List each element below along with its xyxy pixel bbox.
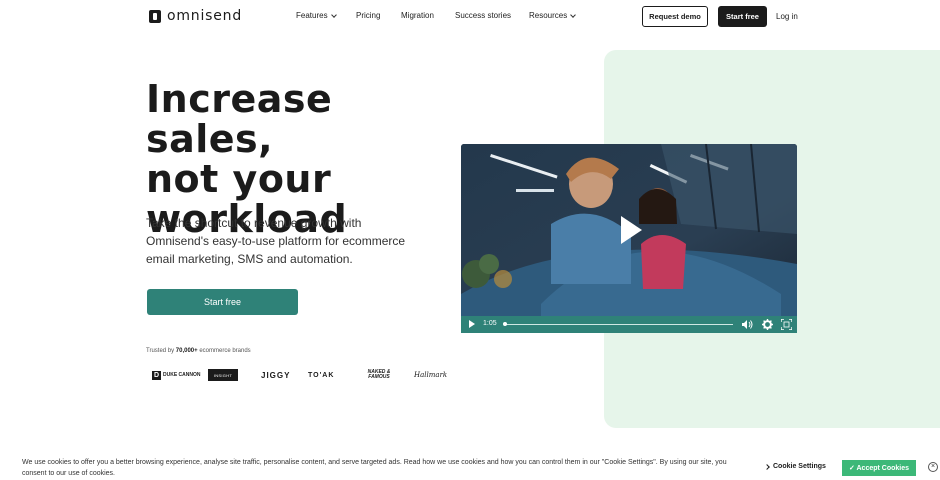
brand-logos: D DUKE CANNON INSIGHT JIGGY TO'AK NAKED … [152, 367, 452, 383]
nav-features[interactable]: Features [296, 11, 337, 20]
chevron-right-icon [764, 463, 770, 470]
video-controls: 1:05 [461, 316, 797, 333]
cookie-notice-text: We use cookies to offer you a better bro… [22, 459, 727, 477]
brand-logo-naked-famous: NAKED & FAMOUS [367, 369, 391, 380]
nav-pricing-label: Pricing [356, 11, 381, 20]
brand-logo-toak: TO'AK [308, 371, 335, 379]
nav-pricing[interactable]: Pricing [356, 11, 380, 20]
video-progress-bar[interactable] [503, 322, 733, 326]
brand-logo-jiggy: JIGGY [261, 370, 291, 380]
start-free-header-button[interactable]: Start free [718, 6, 767, 27]
nav-migration-label: Migration [401, 11, 434, 20]
nav-migration[interactable]: Migration [401, 11, 434, 20]
nav-success-stories[interactable]: Success stories [455, 11, 511, 20]
start-free-hero-button[interactable]: Start free [147, 289, 298, 315]
brand-logo-hallmark: Hallmark [414, 371, 448, 379]
nav-resources-label: Resources [529, 11, 568, 20]
play-icon[interactable] [469, 320, 475, 328]
trusted-suffix: ecommerce brands [197, 348, 251, 354]
omnisend-logo[interactable]: omnisend [149, 8, 242, 24]
close-icon[interactable]: × [928, 462, 938, 472]
duke-cannon-name: DUKE CANNON [163, 372, 201, 378]
play-video-icon[interactable] [621, 216, 642, 244]
fullscreen-icon[interactable] [781, 319, 792, 330]
hero-subtext: Take the shortcut to revenue growth with… [146, 216, 406, 266]
login-link[interactable]: Log in [776, 12, 798, 21]
progress-knob[interactable] [503, 322, 507, 326]
nav-features-label: Features [296, 11, 328, 20]
brand-logo-duke-cannon: D DUKE CANNON [152, 367, 201, 383]
headline-line-2: not your [146, 157, 332, 201]
trusted-by-text: Trusted by 70,000+ ecommerce brands [146, 348, 251, 354]
cookie-settings-label: Cookie Settings [773, 463, 826, 470]
brand-logo-insight: INSIGHT [208, 369, 238, 381]
trusted-prefix: Trusted by [146, 348, 176, 354]
request-demo-button[interactable]: Request demo [642, 6, 708, 27]
volume-icon[interactable] [741, 319, 753, 330]
nav-success-stories-label: Success stories [455, 11, 512, 20]
omnisend-logo-icon [149, 9, 161, 23]
duke-cannon-mark: D [152, 370, 161, 380]
nav-resources[interactable]: Resources [529, 11, 577, 20]
trusted-count: 70,000+ [175, 348, 198, 354]
settings-gear-icon[interactable] [762, 319, 773, 330]
chevron-down-icon [570, 11, 577, 18]
cookie-settings-button[interactable]: Cookie Settings [764, 463, 826, 470]
video-time: 1:05 [483, 320, 497, 327]
site-header: omnisend Features Pricing Migration Succ… [0, 0, 940, 36]
accept-cookies-button[interactable]: ✓ Accept Cookies [842, 460, 916, 476]
chevron-down-icon [330, 11, 337, 18]
headline-line-1: Increase sales, [146, 77, 333, 161]
logo-text: omnisend [167, 8, 243, 24]
